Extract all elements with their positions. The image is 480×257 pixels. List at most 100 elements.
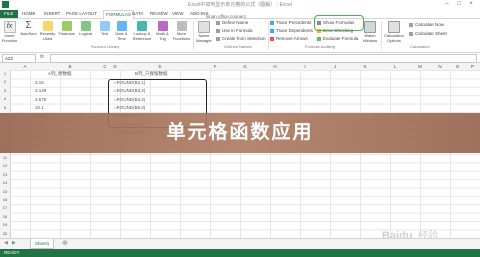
button-label: Used [42, 35, 53, 41]
close-icon[interactable]: × [466, 1, 476, 8]
column-header-c[interactable]: C [100, 63, 110, 70]
button-label: Functions [172, 35, 191, 41]
column-header-m[interactable]: M [410, 63, 430, 70]
row-header[interactable]: 16 [0, 197, 10, 202]
name-box[interactable]: A22 [2, 54, 36, 63]
column-header-i[interactable]: I [290, 63, 320, 70]
create-from-selection-button[interactable]: Create from Selection [216, 36, 266, 42]
tab-file[interactable]: FILE [0, 10, 18, 18]
calculate-sheet-button[interactable]: Calculate Sheet [409, 31, 447, 37]
cell-b2[interactable]: 3.15 [35, 80, 44, 85]
cell-b1[interactable]: A列_原数据 [48, 71, 72, 77]
logical-button[interactable]: Logical [76, 21, 95, 37]
sheet-tab-sheet1[interactable]: Sheet1 [30, 239, 55, 249]
name-manager-button[interactable]: Name Manager [193, 21, 215, 43]
row-header[interactable]: 18 [0, 214, 10, 219]
insert-function-button[interactable]: fx Insert Function [0, 21, 19, 43]
column-header-g[interactable]: G [230, 63, 260, 70]
tab-home[interactable]: HOME [22, 10, 36, 18]
minimize-icon[interactable]: – [442, 1, 452, 8]
fx-icon: fx [3, 21, 16, 33]
maximize-icon[interactable]: □ [454, 1, 464, 8]
logical-book-icon [80, 21, 91, 31]
evaluate-formula-button[interactable]: Evaluate Formula [317, 36, 358, 42]
row-header[interactable]: 20 [0, 231, 10, 236]
trace-dependents-button[interactable]: Trace Dependents [270, 28, 313, 34]
button-label: Options [387, 37, 401, 43]
define-name-button[interactable]: Define Name [216, 20, 248, 26]
sheet-next-icon[interactable]: ▶ [12, 240, 16, 246]
column-header-o[interactable]: O [450, 63, 465, 70]
column-header-p[interactable]: P [465, 63, 480, 70]
tab-insert[interactable]: INSERT [44, 10, 60, 18]
financial-book-icon [61, 21, 72, 31]
cell-b3[interactable]: 3.149 [35, 88, 46, 93]
formula-input[interactable] [50, 54, 477, 63]
row-header[interactable]: 4 [0, 96, 10, 101]
row-header[interactable]: 1 [0, 71, 10, 76]
calculate-now-button[interactable]: Calculate Now [409, 22, 444, 28]
lookup-book-icon [137, 21, 147, 31]
excel-logo-icon [2, 1, 9, 8]
tab-review[interactable]: REVIEW [150, 10, 168, 18]
button-label: Function [1, 37, 18, 43]
trace-precedents-button[interactable]: Trace Precedents [270, 20, 311, 26]
name-tag-icon [198, 21, 210, 33]
recently-used-button[interactable]: Recently Used [38, 21, 57, 41]
row-header[interactable]: 14 [0, 180, 10, 185]
row-header[interactable]: 2 [0, 79, 10, 84]
cell-b5[interactable]: 10.1 [35, 105, 44, 110]
date-time-button[interactable]: Date & Time [112, 21, 131, 41]
fx-icon[interactable]: fx [40, 54, 44, 60]
row-header[interactable]: 12 [0, 163, 10, 168]
column-header-h[interactable]: H [260, 63, 290, 70]
cell-e1[interactable]: B列_只保留数据 [135, 71, 168, 77]
button-label: Trace Dependents [276, 28, 313, 33]
row-header[interactable]: 19 [0, 222, 10, 227]
add-sheet-icon[interactable]: ⊕ [62, 239, 68, 247]
watch-window-icon [364, 21, 376, 33]
calendar-book-icon [116, 21, 127, 31]
math-trig-button[interactable]: Math & Trig [153, 21, 172, 41]
evaluate-icon [317, 36, 321, 41]
button-label: Define Name [222, 20, 249, 25]
button-label: Use in Formula [222, 28, 253, 33]
remove-arrows-button[interactable]: Remove Arrows [270, 36, 308, 42]
lookup-reference-button[interactable]: Lookup & Reference [131, 21, 153, 41]
row-headers: 1 2 3 4 5 6 7 8 9 10 11 12 13 14 15 16 1… [0, 70, 11, 238]
tooltip-text: sinan.office.connect [206, 14, 246, 19]
button-label: Financial [58, 31, 75, 36]
tab-data[interactable]: DATA [132, 10, 143, 18]
column-header-b[interactable]: B [40, 63, 100, 70]
autosum-button[interactable]: Σ AutoSum [19, 21, 38, 37]
column-header-f[interactable]: F [200, 63, 230, 70]
row-header[interactable]: 15 [0, 189, 10, 194]
row-header[interactable]: 17 [0, 205, 10, 210]
button-label: Calculate Sheet [415, 31, 447, 36]
row-header[interactable]: 5 [0, 105, 10, 110]
tab-page-layout[interactable]: PAGE LAYOUT [66, 10, 97, 18]
column-header-a[interactable]: A [10, 63, 40, 70]
column-header-k[interactable]: K [350, 63, 380, 70]
calculation-options-button[interactable]: Calculation Options [381, 21, 407, 43]
show-formulas-highlight [314, 15, 364, 31]
cell-grid[interactable] [0, 70, 480, 238]
cell-b4[interactable]: 3.675 [35, 97, 46, 102]
more-functions-button[interactable]: More Functions [171, 21, 192, 41]
column-header-l[interactable]: L [380, 63, 410, 70]
row-header[interactable]: 11 [0, 155, 10, 160]
button-label: Logical [79, 31, 92, 36]
column-header-d[interactable]: D [110, 63, 120, 70]
financial-button[interactable]: Financial [57, 21, 76, 37]
star-book-icon [42, 21, 53, 31]
sheet-prev-icon[interactable]: ◀ [4, 240, 8, 246]
use-in-formula-button[interactable]: Use in Formula [216, 28, 253, 34]
column-header-n[interactable]: N [430, 63, 450, 70]
tab-view[interactable]: VIEW [172, 10, 184, 18]
column-header-e[interactable]: E [120, 63, 200, 70]
row-header[interactable]: 3 [0, 88, 10, 93]
row-header[interactable]: 13 [0, 172, 10, 177]
button-label: AutoSum [20, 31, 37, 36]
button-label: Text [100, 31, 109, 36]
column-header-j[interactable]: J [320, 63, 350, 70]
